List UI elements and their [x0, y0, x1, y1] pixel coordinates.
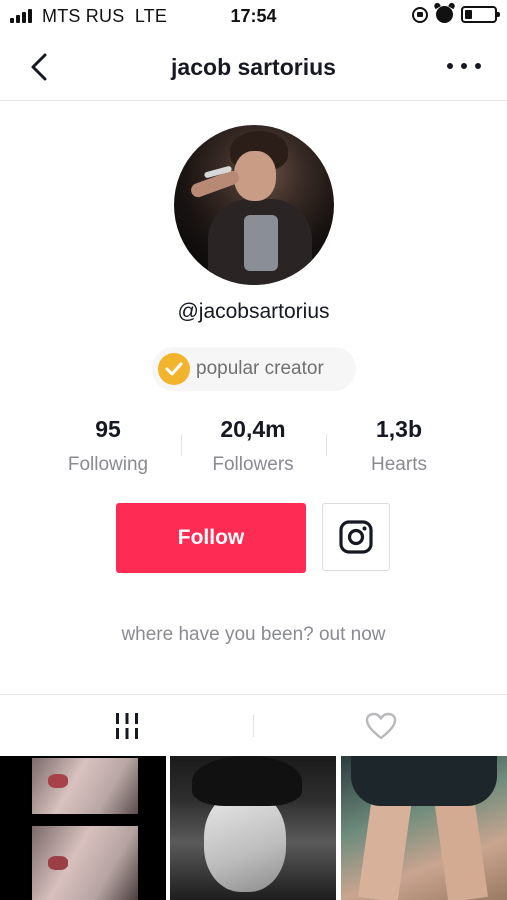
more-options-button[interactable] — [447, 54, 481, 78]
stat-hearts: 1,3b Hearts — [319, 416, 479, 476]
following-label: Following — [67, 454, 149, 475]
badge-label: popular creator — [196, 358, 324, 379]
username-handle: @jacobsartorius — [177, 300, 330, 323]
instagram-button[interactable] — [322, 503, 390, 571]
hearts-label: Hearts — [371, 454, 427, 475]
heart-icon — [365, 712, 396, 740]
tab-videos[interactable] — [0, 695, 253, 757]
follow-button[interactable]: Follow — [116, 503, 306, 573]
avatar[interactable] — [174, 125, 334, 285]
status-icons — [412, 6, 500, 23]
video-thumb[interactable] — [341, 756, 507, 900]
verified-check-icon — [158, 353, 190, 385]
video-grid — [0, 756, 507, 900]
tab-liked[interactable] — [254, 695, 507, 757]
bio-text: where have you been? out now — [121, 624, 386, 645]
instagram-icon — [339, 520, 373, 554]
stat-followers[interactable]: 20,4m Followers — [173, 416, 333, 476]
followers-count: 20,4m — [220, 416, 286, 442]
videos-grid-icon — [115, 713, 138, 739]
following-count: 95 — [95, 416, 121, 442]
popular-creator-badge: popular creator — [152, 347, 356, 391]
page-title: jacob sartorius — [171, 54, 336, 80]
profile-tabs — [0, 694, 507, 757]
stat-following[interactable]: 95 Following — [28, 416, 188, 476]
video-thumb[interactable] — [0, 756, 166, 900]
video-thumb[interactable] — [170, 756, 336, 900]
rotation-lock-icon — [412, 6, 428, 23]
hearts-count: 1,3b — [375, 416, 423, 442]
followers-label: Followers — [212, 454, 294, 475]
nav-bar: jacob sartorius — [0, 34, 507, 101]
battery-icon — [461, 6, 500, 23]
more-dots-icon — [447, 63, 453, 69]
status-bar: MTS RUS LTE 17:54 — [0, 0, 507, 34]
alarm-icon — [436, 6, 453, 23]
